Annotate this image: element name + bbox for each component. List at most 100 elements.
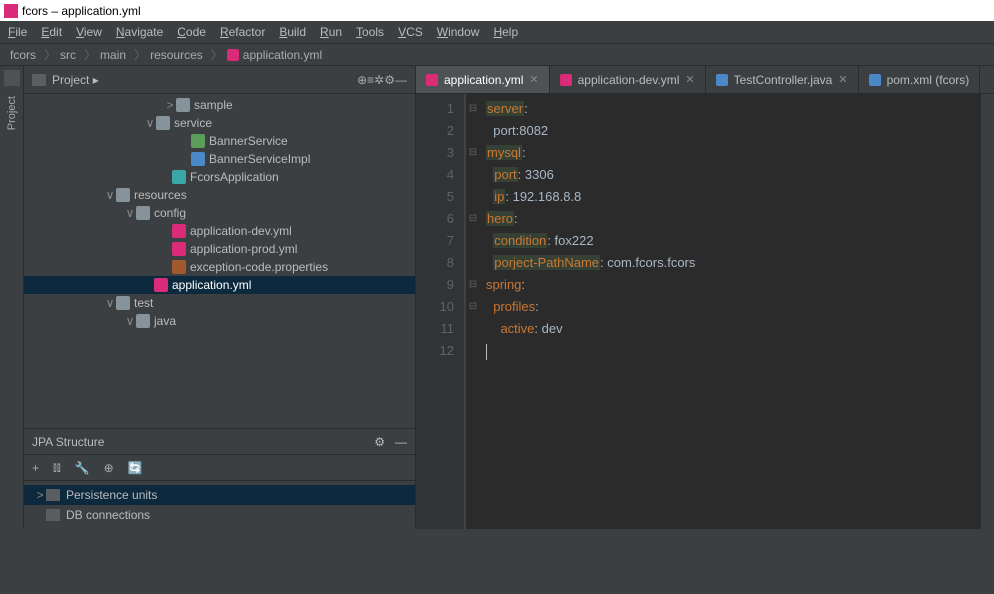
code-line[interactable]: hero: bbox=[486, 208, 980, 230]
jpa-title: JPA Structure bbox=[32, 435, 374, 449]
fold-icon bbox=[466, 120, 480, 142]
menu-vcs[interactable]: VCS bbox=[398, 25, 423, 39]
yml-icon bbox=[227, 49, 239, 61]
chevron-icon[interactable]: ∨ bbox=[144, 116, 156, 130]
code-line[interactable]: port:8082 bbox=[486, 120, 980, 142]
project-header-tool[interactable]: ⚙ bbox=[384, 73, 395, 87]
chevron-icon[interactable]: > bbox=[34, 488, 46, 502]
jpa-row[interactable]: DB connections bbox=[24, 505, 415, 525]
fold-icon[interactable]: ⊟ bbox=[466, 208, 480, 230]
tree-item-label: test bbox=[134, 296, 153, 310]
jpa-row[interactable]: >Persistence units bbox=[24, 485, 415, 505]
editor-tab[interactable]: application.yml✕ bbox=[416, 66, 550, 93]
chevron-icon[interactable]: ∨ bbox=[104, 296, 116, 310]
tree-item-label: exception-code.properties bbox=[190, 260, 328, 274]
editor-tab[interactable]: TestController.java✕ bbox=[706, 66, 859, 93]
menu-help[interactable]: Help bbox=[493, 25, 518, 39]
fold-icon bbox=[466, 164, 480, 186]
code-line[interactable]: port: 3306 bbox=[486, 164, 980, 186]
fold-icon[interactable]: ⊟ bbox=[466, 98, 480, 120]
breadcrumb-item[interactable]: application.yml bbox=[243, 48, 322, 62]
fold-icon[interactable]: ⊟ bbox=[466, 296, 480, 318]
tree-item[interactable]: ∨service bbox=[24, 114, 415, 132]
code-line[interactable] bbox=[486, 340, 980, 362]
prop-icon bbox=[172, 260, 186, 274]
tree-item[interactable]: ∨resources bbox=[24, 186, 415, 204]
menu-build[interactable]: Build bbox=[279, 25, 306, 39]
jpa-tool[interactable]: ⊕ bbox=[104, 461, 114, 475]
project-panel-title[interactable]: Project ▸ bbox=[52, 73, 357, 87]
tree-item[interactable]: ∨config bbox=[24, 204, 415, 222]
chevron-icon[interactable]: ∨ bbox=[104, 188, 116, 202]
project-tool-icon[interactable] bbox=[4, 70, 20, 86]
gear-icon[interactable]: ⚙ bbox=[374, 435, 385, 449]
menu-code[interactable]: Code bbox=[177, 25, 206, 39]
breadcrumb-item[interactable]: src bbox=[60, 48, 76, 62]
tree-item[interactable]: application-dev.yml bbox=[24, 222, 415, 240]
jpa-tool[interactable]: + bbox=[32, 461, 39, 475]
tree-item[interactable]: FcorsApplication bbox=[24, 168, 415, 186]
code-line[interactable]: spring: bbox=[486, 274, 980, 296]
tree-item[interactable]: BannerService bbox=[24, 132, 415, 150]
breadcrumb-item[interactable]: resources bbox=[150, 48, 203, 62]
breadcrumb-item[interactable]: fcors bbox=[10, 48, 36, 62]
editor-tab[interactable]: application-dev.yml✕ bbox=[550, 66, 706, 93]
breadcrumb-item[interactable]: main bbox=[100, 48, 126, 62]
project-tool-label[interactable]: Project bbox=[6, 96, 18, 130]
editor-tab[interactable]: pom.xml (fcors) bbox=[859, 66, 981, 93]
tool-strip-left: Project bbox=[0, 66, 24, 529]
project-tree[interactable]: >sample∨service BannerService BannerServic… bbox=[24, 94, 415, 428]
tree-item[interactable]: ∨ test bbox=[24, 294, 415, 312]
editor-tabs: application.yml✕application-dev.yml✕Test… bbox=[416, 66, 994, 94]
project-header-tool[interactable]: ⊕ bbox=[357, 73, 367, 87]
file-icon bbox=[869, 74, 881, 86]
tree-item-label: application.yml bbox=[172, 278, 251, 292]
code-line[interactable]: condition: fox222 bbox=[486, 230, 980, 252]
fold-icon bbox=[466, 340, 480, 362]
close-icon[interactable]: ✕ bbox=[529, 73, 538, 86]
menu-edit[interactable]: Edit bbox=[41, 25, 62, 39]
chevron-icon[interactable]: ∨ bbox=[124, 314, 136, 328]
tree-item[interactable]: ∨java bbox=[24, 312, 415, 330]
tree-item-label: BannerService bbox=[209, 134, 288, 148]
fold-icon[interactable]: ⊟ bbox=[466, 274, 480, 296]
menu-refactor[interactable]: Refactor bbox=[220, 25, 265, 39]
menu-window[interactable]: Window bbox=[437, 25, 480, 39]
close-icon[interactable]: ✕ bbox=[685, 73, 694, 86]
project-header-tool[interactable]: ✲ bbox=[374, 73, 384, 87]
editor-right-strip bbox=[980, 94, 994, 529]
menu-tools[interactable]: Tools bbox=[356, 25, 384, 39]
window-title: fcors – application.yml bbox=[22, 4, 141, 18]
menu-file[interactable]: File bbox=[8, 25, 27, 39]
jpa-tool[interactable]: 🔧 bbox=[75, 461, 90, 475]
file-icon bbox=[560, 74, 572, 86]
tree-item[interactable]: exception-code.properties bbox=[24, 258, 415, 276]
close-icon[interactable]: ✕ bbox=[838, 73, 847, 86]
jpa-tool[interactable]: 🔄 bbox=[128, 461, 143, 475]
code-line[interactable]: active: dev bbox=[486, 318, 980, 340]
jpa-tool[interactable]: ⫾⫾ bbox=[53, 460, 61, 475]
tree-item-label: application-prod.yml bbox=[190, 242, 297, 256]
jpa-header: JPA Structure ⚙ — bbox=[24, 429, 415, 455]
fold-icon[interactable]: ⊟ bbox=[466, 142, 480, 164]
code-line[interactable]: porject-PathName: com.fcors.fcors bbox=[486, 252, 980, 274]
tree-item[interactable]: application.yml bbox=[24, 276, 415, 294]
menu-view[interactable]: View bbox=[76, 25, 102, 39]
project-header-tool[interactable]: — bbox=[395, 73, 407, 87]
menu-run[interactable]: Run bbox=[320, 25, 342, 39]
tree-item[interactable]: >sample bbox=[24, 96, 415, 114]
code-content[interactable]: server: port:8082mysql: port: 3306 ip: 1… bbox=[480, 94, 980, 529]
tree-item[interactable]: application-prod.yml bbox=[24, 240, 415, 258]
code-line[interactable]: mysql: bbox=[486, 142, 980, 164]
chevron-icon[interactable]: > bbox=[164, 98, 176, 112]
code-line[interactable]: ip: 192.168.8.8 bbox=[486, 186, 980, 208]
editor-area: application.yml✕application-dev.yml✕Test… bbox=[416, 66, 994, 529]
tree-item[interactable]: BannerServiceImpl bbox=[24, 150, 415, 168]
chevron-icon[interactable]: ∨ bbox=[124, 206, 136, 220]
menu-navigate[interactable]: Navigate bbox=[116, 25, 163, 39]
minimize-icon[interactable]: — bbox=[395, 435, 407, 449]
code-line[interactable]: server: bbox=[486, 98, 980, 120]
code-area[interactable]: 123456789101112 ⊟⊟⊟⊟⊟ server: port:8082m… bbox=[416, 94, 994, 529]
code-line[interactable]: profiles: bbox=[486, 296, 980, 318]
fold-icon bbox=[466, 230, 480, 252]
